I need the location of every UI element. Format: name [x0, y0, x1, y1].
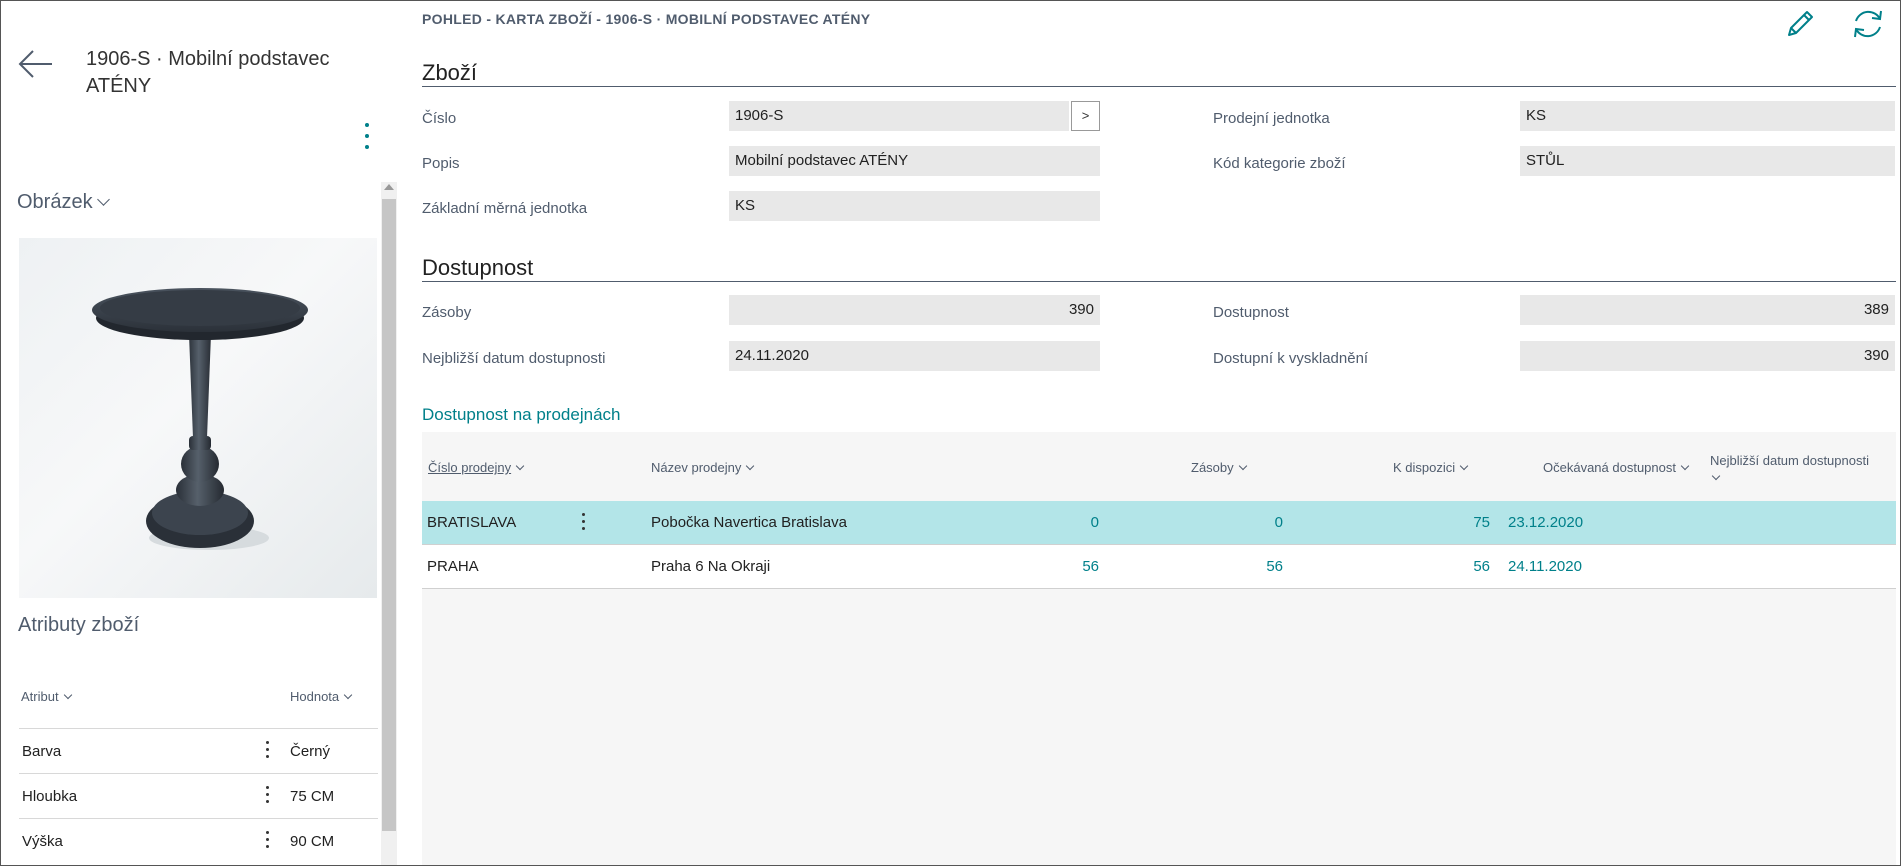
value-column-label: Hodnota — [290, 689, 340, 704]
attributes-list: Barva Černý Hloubka 75 CM Výška 90 CM — [19, 728, 378, 863]
availability-group-title: Dostupnost — [422, 255, 534, 280]
column-label: Nejbližší datum dostupnosti — [1710, 453, 1869, 468]
sales-uom-label: Prodejní jednotka — [1213, 110, 1330, 127]
number-field[interactable]: 1906-S — [729, 101, 1069, 131]
earliest-date-label: Nejbližší datum dostupnosti — [422, 350, 606, 367]
store-name: Pobočka Navertica Bratislava — [651, 514, 847, 531]
chevron-down-icon — [1680, 461, 1690, 471]
store-availability-list — [422, 432, 1896, 865]
attribute-name: Barva — [22, 743, 62, 760]
store-inventory[interactable]: 0 — [1022, 514, 1099, 531]
category-field[interactable]: STŮL — [1520, 146, 1895, 176]
inventory-column-header[interactable]: Zásoby — [1191, 460, 1247, 475]
store-code[interactable]: PRAHA — [427, 558, 479, 575]
date-column-header[interactable]: Nejbližší datum dostupnosti — [1710, 452, 1890, 486]
picture-section-header[interactable]: Obrázek — [17, 191, 110, 214]
table-row[interactable]: BRATISLAVA Pobočka Navertica Bratislava … — [422, 501, 1896, 545]
attribute-value: 75 CM — [290, 788, 335, 805]
attribute-name: Výška — [22, 833, 63, 850]
chevron-down-icon — [1238, 461, 1247, 471]
chevron-down-icon — [96, 193, 110, 206]
window: 1906-S · Mobilní podstavec ATÉNY Obrázek — [0, 0, 1901, 866]
store-expected[interactable]: 75 — [1382, 514, 1490, 531]
category-label: Kód kategorie zboží — [1213, 155, 1346, 172]
group-divider — [422, 86, 1896, 87]
description-field[interactable]: Mobilní podstavec ATÉNY — [729, 146, 1100, 176]
available-column-header[interactable]: K dispozici — [1393, 460, 1469, 475]
column-label: Očekávaná dostupnost — [1543, 460, 1676, 475]
factbox-scrollbar[interactable] — [381, 182, 397, 865]
row-menu-icon[interactable] — [264, 831, 270, 855]
store-date[interactable]: 23.12.2020 — [1508, 514, 1583, 531]
chevron-down-icon — [515, 461, 525, 471]
store-code[interactable]: BRATISLAVA — [427, 514, 516, 531]
attribute-value: Černý — [290, 743, 331, 760]
number-label: Číslo — [422, 110, 457, 127]
breadcrumb: POHLED - KARTA ZBOŽÍ - 1906-S · MOBILNÍ … — [422, 11, 871, 27]
number-lookup-button[interactable]: > — [1071, 101, 1100, 131]
back-arrow-icon[interactable] — [16, 44, 56, 84]
column-label: Zásoby — [1191, 460, 1234, 475]
attributes-heading: Atributy zboží — [18, 614, 140, 636]
store-name-column-header[interactable]: Název prodejny — [651, 460, 755, 475]
store-date[interactable]: 24.11.2020 — [1508, 558, 1582, 575]
value-column-header[interactable]: Hodnota — [290, 689, 353, 704]
inventory-label: Zásoby — [422, 304, 472, 321]
chevron-down-icon — [1711, 471, 1721, 481]
column-label: K dispozici — [1393, 460, 1456, 475]
available-to-pick-field: 390 — [1520, 341, 1895, 371]
chevron-down-icon — [1459, 461, 1469, 471]
attribute-name: Hloubka — [22, 788, 78, 805]
store-available[interactable]: 0 — [1182, 514, 1283, 531]
available-label: Dostupnost — [1213, 304, 1289, 321]
description-label: Popis — [422, 155, 460, 172]
attribute-column-header[interactable]: Atribut — [21, 689, 72, 704]
available-field: 389 — [1520, 295, 1895, 325]
item-group-title: Zboží — [422, 60, 478, 85]
sales-uom-field[interactable]: KS — [1520, 101, 1895, 131]
store-name: Praha 6 Na Okraji — [651, 558, 771, 575]
row-menu-icon[interactable] — [580, 513, 586, 533]
chevron-down-icon — [746, 461, 755, 471]
row-menu-icon[interactable] — [264, 741, 270, 765]
table-image — [92, 288, 308, 550]
attribute-value: 90 CM — [290, 833, 335, 850]
item-picture — [19, 238, 377, 598]
more-options-icon[interactable] — [362, 120, 372, 156]
refresh-icon[interactable] — [1848, 4, 1888, 44]
row-menu-icon[interactable] — [264, 786, 270, 810]
chevron-down-icon — [63, 690, 72, 700]
earliest-date-field: 24.11.2020 — [729, 341, 1100, 371]
table-row[interactable]: PRAHA Praha 6 Na Okraji 56 56 56 24.11.2… — [422, 545, 1896, 589]
scroll-up-icon[interactable] — [384, 184, 394, 190]
scrollbar-thumb[interactable] — [382, 199, 396, 831]
store-available[interactable]: 56 — [1182, 558, 1283, 575]
column-label: Číslo prodejny — [428, 460, 512, 475]
attribute-row[interactable]: Hloubka 75 CM — [19, 773, 378, 818]
attribute-row[interactable]: Výška 90 CM — [19, 818, 378, 863]
attribute-row[interactable]: Barva Černý — [19, 728, 378, 773]
attribute-column-label: Atribut — [21, 689, 59, 704]
page-title: 1906-S · Mobilní podstavec ATÉNY — [86, 48, 330, 97]
group-divider — [422, 281, 1896, 282]
factbox-pane: 1906-S · Mobilní podstavec ATÉNY Obrázek — [2, 2, 398, 865]
base-uom-label: Základní měrná jednotka — [422, 200, 588, 217]
store-expected[interactable]: 56 — [1382, 558, 1490, 575]
main-content: POHLED - KARTA ZBOŽÍ - 1906-S · MOBILNÍ … — [398, 2, 1900, 865]
inventory-field: 390 — [729, 295, 1100, 325]
column-label: Název prodejny — [651, 460, 742, 475]
expected-column-header[interactable]: Očekávaná dostupnost — [1543, 460, 1690, 475]
base-uom-field[interactable]: KS — [729, 191, 1100, 221]
available-to-pick-label: Dostupní k vyskladnění — [1213, 350, 1369, 367]
store-code-column-header[interactable]: Číslo prodejny — [428, 460, 525, 475]
store-availability-title[interactable]: Dostupnost na prodejnách — [422, 405, 620, 425]
store-inventory[interactable]: 56 — [1022, 558, 1099, 575]
pencil-icon[interactable] — [1780, 4, 1820, 44]
chevron-down-icon — [343, 690, 353, 700]
picture-heading: Obrázek — [17, 191, 93, 213]
